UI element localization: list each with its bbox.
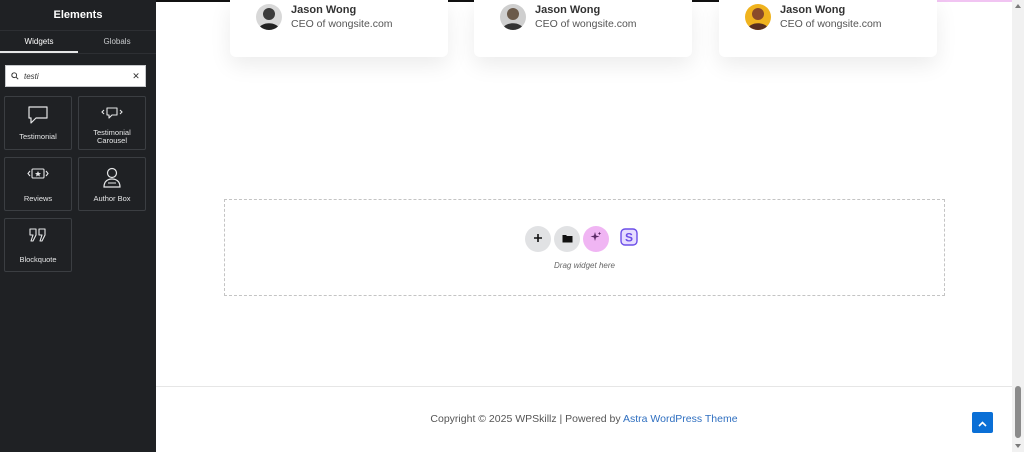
- tab-globals[interactable]: Globals: [78, 31, 156, 53]
- add-section-button[interactable]: [525, 226, 551, 252]
- person-icon: [79, 166, 145, 188]
- scroll-to-top-button[interactable]: [972, 412, 993, 433]
- bubble-carousel-icon: [79, 105, 145, 121]
- widget-label: Author Box: [93, 194, 131, 203]
- speech-bubble-icon: [5, 105, 71, 125]
- widget-search: ✕: [5, 65, 146, 87]
- quote-icon: [5, 227, 71, 243]
- tab-widgets[interactable]: Widgets: [0, 31, 78, 53]
- author-name: Jason Wong: [535, 4, 601, 16]
- chevron-up-icon: [978, 414, 987, 432]
- theme-link[interactable]: Astra WordPress Theme: [623, 413, 738, 425]
- author-role: CEO of wongsite.com: [291, 18, 393, 30]
- testimonial-card: Jason Wong CEO of wongsite.com: [474, 0, 692, 57]
- top-divider-accent: [928, 0, 1012, 2]
- ai-generate-button[interactable]: [583, 226, 609, 252]
- sparkle-icon: [590, 230, 602, 248]
- scroll-down-arrow-icon[interactable]: [1012, 440, 1024, 452]
- add-template-button[interactable]: [554, 226, 580, 252]
- widget-label: Blockquote: [19, 255, 57, 264]
- drop-zone[interactable]: S Drag widget here: [224, 199, 945, 296]
- plus-icon: [533, 230, 543, 248]
- avatar: [256, 4, 282, 30]
- footer: Copyright © 2025 WPSkillz | Powered by A…: [156, 413, 1012, 425]
- reviews-star-icon: [5, 166, 71, 182]
- search-icon: [6, 72, 24, 80]
- avatar: [745, 4, 771, 30]
- author-role: CEO of wongsite.com: [535, 18, 637, 30]
- widget-testimonial-carousel[interactable]: Testimonial Carousel: [78, 96, 146, 150]
- avatar: [500, 4, 526, 30]
- widget-testimonial[interactable]: Testimonial: [4, 96, 72, 150]
- testimonial-card: Jason Wong CEO of wongsite.com: [719, 0, 937, 57]
- testimonial-card: Jason Wong CEO of wongsite.com: [230, 0, 448, 57]
- author-name: Jason Wong: [291, 4, 357, 16]
- scrollbar-track[interactable]: [1012, 0, 1024, 452]
- search-input[interactable]: [24, 71, 124, 81]
- widget-blockquote[interactable]: Blockquote: [4, 218, 72, 272]
- widget-author-box[interactable]: Author Box: [78, 157, 146, 211]
- folder-icon: [562, 230, 573, 248]
- s-logo-icon: S: [620, 227, 638, 251]
- panel-title: Elements: [0, 0, 156, 31]
- widget-reviews[interactable]: Reviews: [4, 157, 72, 211]
- copyright-text: Copyright © 2025 WPSkillz | Powered by: [430, 413, 623, 425]
- author-name: Jason Wong: [780, 4, 846, 16]
- scrollbar-thumb[interactable]: [1015, 386, 1021, 438]
- svg-text:S: S: [625, 230, 633, 244]
- drop-zone-actions: S: [525, 226, 642, 252]
- elements-panel: Elements Widgets Globals ✕ Testimonial T…: [0, 0, 156, 452]
- widget-label: Reviews: [23, 194, 53, 203]
- footer-divider: [156, 386, 1012, 387]
- panel-tabs: Widgets Globals: [0, 31, 156, 54]
- starter-templates-button[interactable]: S: [616, 226, 642, 252]
- scroll-up-arrow-icon[interactable]: [1012, 0, 1024, 12]
- author-role: CEO of wongsite.com: [780, 18, 882, 30]
- clear-search-icon[interactable]: ✕: [127, 71, 145, 82]
- widget-label: Testimonial Carousel: [93, 128, 131, 145]
- drop-zone-hint: Drag widget here: [554, 261, 615, 270]
- widget-label: Testimonial: [19, 132, 57, 141]
- editor-canvas: Jason Wong CEO of wongsite.com Jason Won…: [156, 0, 1012, 452]
